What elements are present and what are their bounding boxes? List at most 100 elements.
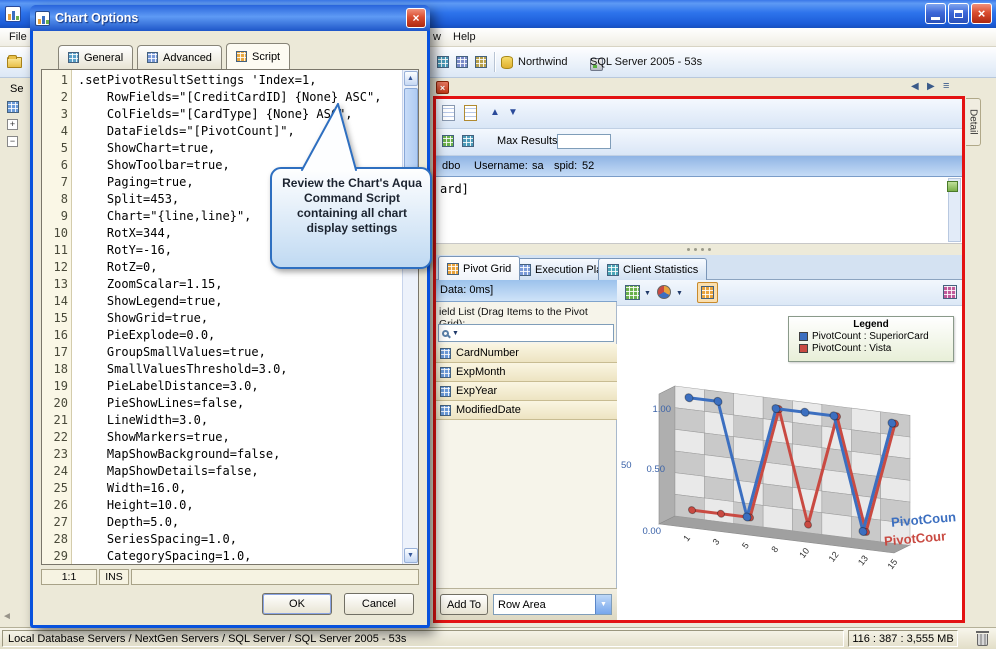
- chart-dialog-icon: [35, 10, 50, 26]
- code-line: PieLabelDistance=3.0,: [78, 379, 259, 393]
- chart-type-dropdown-icon[interactable]: ▼: [676, 290, 683, 297]
- dialog-close-button[interactable]: ×: [406, 8, 426, 28]
- nav-back-icon[interactable]: ◀: [911, 81, 919, 92]
- sql-editor-scrollbar[interactable]: [947, 178, 961, 242]
- table-view-icon[interactable]: [625, 285, 640, 300]
- sql-editor[interactable]: ard]: [436, 177, 962, 244]
- line-number-gutter: 1 2 3 4 5 6 7 8 9 10 11 12 13 14 15 16 17 18 19 20 21 22 23 24 2…: [42, 70, 72, 564]
- legend-item: PivotCount : SuperiorCard: [789, 331, 953, 342]
- tab-list-icon[interactable]: ≡: [943, 80, 949, 92]
- pivot-chart-panel: ▼ ▼ 135810 12 13 15 1.00 0.50 0.00 50 Le…: [617, 280, 962, 620]
- chevron-down-icon[interactable]: ▼: [452, 330, 459, 337]
- field-item[interactable]: ExpYear: [436, 382, 617, 401]
- form-view-icon[interactable]: [456, 56, 468, 68]
- x-axis-label: 13: [856, 553, 870, 567]
- code-line: MapShowDetails=false,: [78, 464, 259, 478]
- nav-forward-icon[interactable]: ▶: [927, 81, 935, 92]
- add-to-button[interactable]: Add To: [440, 594, 488, 615]
- open-file-icon[interactable]: [7, 55, 22, 68]
- statusbar: Local Database Servers / NextGen Servers…: [0, 627, 996, 649]
- field-item[interactable]: CardNumber: [436, 344, 617, 363]
- ok-button[interactable]: OK: [262, 593, 332, 615]
- describe-icon[interactable]: [442, 105, 455, 121]
- x-axis-label: 8: [769, 544, 780, 554]
- query-tab-close-icon[interactable]: ×: [436, 81, 449, 94]
- pivot-chart-mode-button[interactable]: [697, 282, 718, 303]
- results-grid-icon[interactable]: [437, 56, 449, 68]
- server-selector[interactable]: SQL Server 2005 - 53s: [590, 56, 702, 68]
- cancel-button[interactable]: Cancel: [344, 593, 414, 615]
- close-button[interactable]: ×: [971, 3, 992, 24]
- field-item[interactable]: ModifiedDate: [436, 401, 617, 420]
- scroll-up-icon[interactable]: ▲: [403, 71, 418, 86]
- pivot-grid-icon: [447, 262, 459, 275]
- field-icon: [440, 347, 451, 359]
- tab-script[interactable]: Script: [226, 43, 291, 69]
- area-selector[interactable]: Row Area ▼: [493, 594, 612, 615]
- chart-toolbar: ▼ ▼: [617, 280, 962, 306]
- caret-position: 1:1: [41, 569, 97, 585]
- script-tab-icon: [236, 51, 247, 62]
- editor-split-button[interactable]: [947, 181, 958, 192]
- code-line: GroupSmallValues=true,: [78, 345, 266, 359]
- app-window: × File w Help Northwind SQL Server 2005 …: [0, 0, 996, 649]
- max-results-input[interactable]: [557, 134, 611, 149]
- field-item[interactable]: ExpMonth: [436, 363, 617, 382]
- pane-splitter[interactable]: [436, 244, 962, 255]
- x-axis-label: 1: [681, 533, 692, 543]
- code-line: MapShowBackground=false,: [78, 447, 281, 461]
- sort-descending-icon[interactable]: ▼: [508, 107, 518, 118]
- advanced-tab-icon: [147, 52, 158, 63]
- x-axis-label: 10: [797, 546, 811, 560]
- code-line: SmallValuesThreshold=3.0,: [78, 362, 288, 376]
- code-line: ShowLegend=true,: [78, 294, 223, 308]
- table-data-icon[interactable]: [475, 56, 487, 68]
- sort-ascending-icon[interactable]: ▲: [490, 107, 500, 118]
- field-search-input[interactable]: [461, 326, 610, 340]
- grid-results-icon[interactable]: [442, 135, 454, 147]
- pie-chart-icon[interactable]: [657, 285, 671, 299]
- menu-window-fragment[interactable]: w: [433, 31, 441, 43]
- legend-title: Legend: [853, 319, 889, 330]
- connection-selector[interactable]: Northwind: [518, 56, 568, 68]
- callout-text: Review the Chart's Aqua Command Script c…: [282, 176, 422, 235]
- y-axis-label: 1.00: [653, 404, 672, 415]
- server-tree-icon[interactable]: [7, 101, 19, 113]
- schema-label: dbo: [442, 160, 461, 172]
- menu-help[interactable]: Help: [453, 31, 476, 43]
- username-value: sa: [532, 160, 544, 172]
- menu-file[interactable]: File: [9, 31, 27, 43]
- tab-pivot-grid[interactable]: Pivot Grid: [438, 256, 521, 280]
- dropdown-arrow-icon[interactable]: ▼: [595, 595, 611, 614]
- field-icon: [440, 366, 451, 378]
- toolbar-separator: [494, 52, 495, 72]
- tab-general[interactable]: General: [58, 45, 134, 69]
- code-line: ShowMarkers=true,: [78, 430, 230, 444]
- client-statistics-icon: [607, 263, 619, 276]
- field-search-box[interactable]: ▼: [438, 324, 614, 342]
- code-line: PieExplode=0.0,: [78, 328, 216, 342]
- edit-results-icon[interactable]: [464, 105, 477, 121]
- legend-item: PivotCount : Vista: [789, 343, 953, 354]
- expand-node-icon[interactable]: +: [7, 119, 18, 130]
- tab-client-statistics[interactable]: Client Statistics: [598, 258, 708, 280]
- code-line: SeriesSpacing=1.0,: [78, 532, 237, 546]
- execution-plan-icon: [519, 263, 531, 276]
- series-color-swatch: [799, 332, 808, 341]
- x-axis-label: 15: [885, 557, 899, 571]
- minimize-button[interactable]: [925, 3, 946, 24]
- restore-button[interactable]: [948, 3, 969, 24]
- query-toolbar-row1: ▲ ▼: [436, 99, 962, 129]
- table-view-dropdown-icon[interactable]: ▼: [644, 290, 651, 297]
- scroll-down-icon[interactable]: ▼: [403, 548, 418, 563]
- tab-advanced[interactable]: Advanced: [137, 45, 222, 69]
- status-filler: [131, 569, 419, 585]
- trash-icon[interactable]: [976, 631, 989, 646]
- detail-side-tab[interactable]: Detail: [966, 98, 981, 146]
- collapse-node-icon[interactable]: −: [7, 136, 18, 147]
- panel-collapse-arrow-icon[interactable]: ◄: [2, 611, 12, 622]
- data-status-bar: Data: 0ms]: [436, 280, 617, 302]
- pivot-results-icon[interactable]: [462, 135, 474, 147]
- export-chart-icon[interactable]: [943, 285, 957, 299]
- username-label: Username:: [474, 160, 528, 172]
